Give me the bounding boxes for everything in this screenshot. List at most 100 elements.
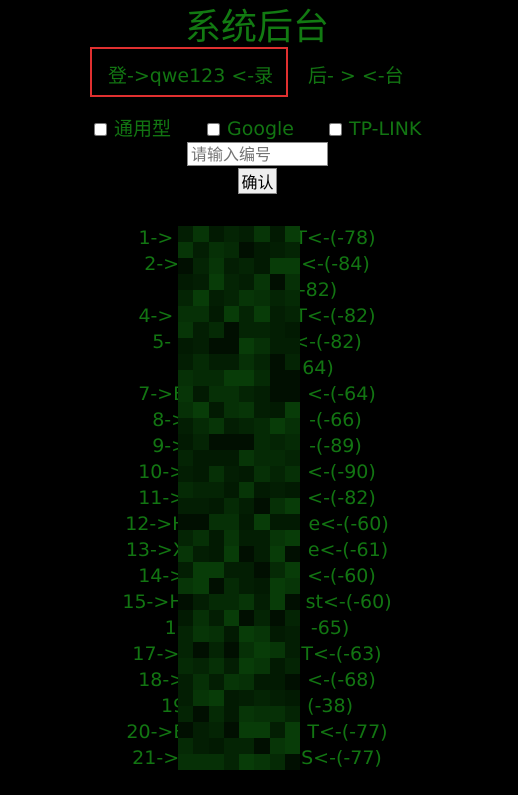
mosaic-cell [208, 354, 224, 370]
mosaic-cell [284, 610, 300, 626]
mosaic-cell [223, 354, 239, 370]
mosaic-cell [193, 546, 209, 562]
mosaic-cell [239, 546, 255, 562]
mosaic-cell [254, 722, 270, 738]
confirm-button[interactable]: 确认 [238, 168, 277, 194]
mosaic-cell [193, 370, 209, 386]
mosaic-cell [208, 658, 224, 674]
mosaic-cell [284, 482, 300, 498]
mosaic-cell [193, 690, 209, 706]
mosaic-cell [284, 562, 300, 578]
option-tplink[interactable]: TP-LINK [329, 116, 421, 142]
mosaic-cell [254, 562, 270, 578]
mosaic-cell [284, 498, 300, 514]
mosaic-cell [178, 258, 194, 274]
mosaic-cell [239, 402, 255, 418]
checkbox-tplink[interactable] [329, 122, 342, 136]
code-input[interactable] [187, 142, 328, 166]
checkbox-generic[interactable] [94, 122, 107, 136]
mosaic-cell [178, 402, 194, 418]
mosaic-cell [269, 530, 285, 546]
mosaic-cell [208, 434, 224, 450]
mosaic-cell [193, 338, 209, 354]
mosaic-cell [208, 226, 224, 242]
mosaic-cell [208, 418, 224, 434]
mosaic-cell [178, 610, 194, 626]
mosaic-cell [178, 482, 194, 498]
mosaic-cell [193, 466, 209, 482]
mosaic-cell [193, 290, 209, 306]
mosaic-cell [193, 402, 209, 418]
mosaic-cell [269, 514, 285, 530]
mosaic-cell [208, 258, 224, 274]
mosaic-cell [254, 738, 270, 754]
mosaic-cell [284, 754, 300, 770]
mosaic-cell [284, 578, 300, 594]
mosaic-cell [269, 562, 285, 578]
mosaic-cell [239, 626, 255, 642]
mosaic-cell [178, 354, 194, 370]
mosaic-cell [223, 738, 239, 754]
mosaic-cell [193, 434, 209, 450]
mosaic-cell [269, 354, 285, 370]
mosaic-cell [239, 242, 255, 258]
mosaic-cell [208, 530, 224, 546]
mosaic-cell [284, 418, 300, 434]
mosaic-cell [208, 610, 224, 626]
page-title: 系统后台 [184, 7, 329, 48]
mosaic-cell [223, 610, 239, 626]
mosaic-cell [208, 498, 224, 514]
mosaic-cell [178, 498, 194, 514]
option-google[interactable]: Google [207, 116, 294, 142]
mosaic-cell [284, 274, 300, 290]
mosaic-cell [239, 722, 255, 738]
mosaic-cell [193, 594, 209, 610]
mosaic-cell [178, 322, 194, 338]
mosaic-cell [269, 434, 285, 450]
mosaic-cell [223, 546, 239, 562]
mosaic-cell [239, 594, 255, 610]
mosaic-cell [223, 594, 239, 610]
mosaic-cell [193, 386, 209, 402]
mosaic-cell [254, 690, 270, 706]
mosaic-cell [223, 402, 239, 418]
backend-text: 后- > <-台 [308, 65, 404, 87]
mosaic-cell [223, 706, 239, 722]
mosaic-cell [254, 402, 270, 418]
mosaic-cell [208, 242, 224, 258]
option-generic[interactable]: 通用型 [94, 116, 171, 142]
mosaic-cell [239, 482, 255, 498]
mosaic-cell [193, 754, 209, 770]
redaction-mosaic [178, 226, 300, 770]
mosaic-cell [208, 754, 224, 770]
mosaic-cell [254, 754, 270, 770]
mosaic-cell [178, 530, 194, 546]
mosaic-cell [193, 354, 209, 370]
mosaic-cell [208, 562, 224, 578]
checkbox-google[interactable] [207, 122, 220, 136]
mosaic-cell [284, 642, 300, 658]
mosaic-cell [178, 450, 194, 466]
mosaic-cell [223, 482, 239, 498]
mosaic-cell [284, 370, 300, 386]
mosaic-cell [178, 386, 194, 402]
mosaic-cell [284, 306, 300, 322]
mosaic-cell [208, 482, 224, 498]
mosaic-cell [254, 370, 270, 386]
mosaic-cell [254, 450, 270, 466]
mosaic-cell [254, 578, 270, 594]
mosaic-cell [208, 274, 224, 290]
mosaic-cell [193, 674, 209, 690]
mosaic-cell [208, 722, 224, 738]
mosaic-cell [208, 386, 224, 402]
mosaic-cell [178, 594, 194, 610]
mosaic-cell [254, 674, 270, 690]
mosaic-cell [208, 578, 224, 594]
option-tplink-label: TP-LINK [349, 118, 422, 140]
mosaic-cell [178, 562, 194, 578]
mosaic-cell [223, 530, 239, 546]
mosaic-cell [239, 434, 255, 450]
mosaic-cell [269, 706, 285, 722]
mosaic-cell [193, 322, 209, 338]
mosaic-cell [193, 450, 209, 466]
